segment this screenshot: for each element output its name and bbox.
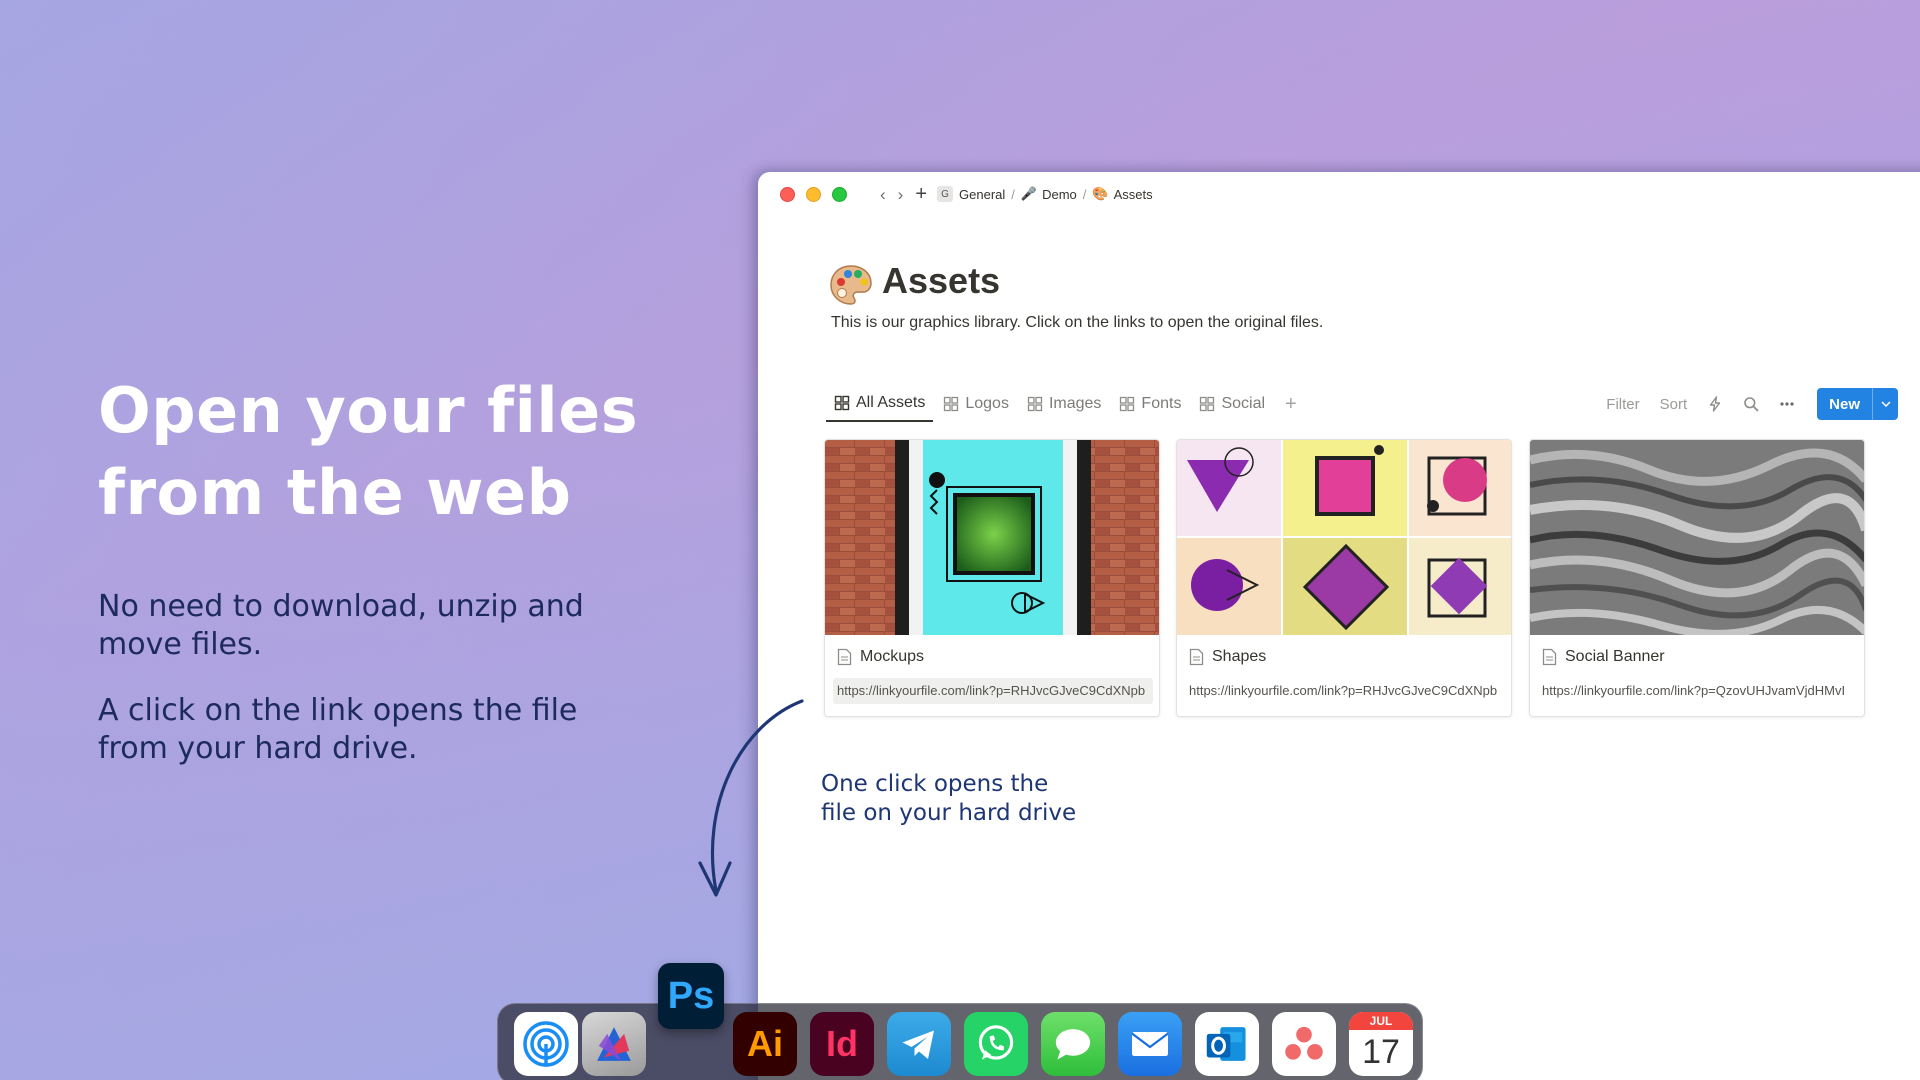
calendar-day: 17 (1362, 1033, 1400, 1071)
marketing-paragraph: A click on the link opens the file from … (98, 692, 658, 768)
tab-label: Images (1048, 395, 1102, 412)
affinity-icon[interactable] (582, 1012, 646, 1076)
filter-button[interactable]: Filter (1606, 396, 1639, 413)
marketing-paragraph: No need to download, unzip and move file… (98, 588, 658, 664)
gallery-card-social-banner[interactable]: Social Banner https://linkyourfile.com/l… (1529, 439, 1865, 717)
app-label: Ps (667, 974, 715, 1017)
card-cover-image (825, 440, 1159, 635)
sort-button[interactable]: Sort (1660, 396, 1688, 413)
card-file-link[interactable]: https://linkyourfile.com/link?p=RHJvcGJv… (1185, 678, 1505, 704)
gallery-card-shapes[interactable]: Shapes https://linkyourfile.com/link?p=R… (1176, 439, 1512, 717)
card-title-text: Mockups (860, 648, 925, 665)
microphone-icon: 🎤 (1020, 186, 1038, 201)
outlook-icon[interactable] (1195, 1012, 1259, 1076)
asana-icon[interactable] (1272, 1012, 1336, 1076)
headline-line: Open your files (98, 374, 639, 447)
tab-label: Social (1221, 395, 1266, 412)
whatsapp-icon[interactable] (964, 1012, 1028, 1076)
gallery-grid-icon (944, 396, 959, 412)
palette-icon[interactable] (828, 262, 874, 308)
app-label: Ai (747, 1023, 783, 1064)
callout-line: One click opens the (821, 771, 1049, 797)
tab-all-assets[interactable]: All Assets (826, 386, 934, 422)
callout-annotation: One click opens the file on your hard dr… (821, 770, 1151, 828)
gallery-grid-icon (1120, 396, 1135, 412)
gallery-grid-icon (1027, 396, 1043, 412)
card-file-link[interactable]: https://linkyourfile.com/link?p=QzovUHJv… (1538, 678, 1858, 704)
close-window-button[interactable] (780, 186, 795, 202)
document-icon (1189, 648, 1204, 666)
forward-arrow-icon[interactable]: › (898, 186, 904, 203)
callout-line: file on your hard drive (821, 800, 1077, 826)
paragraph-line: A click on the link opens the file (98, 693, 578, 728)
document-icon (837, 648, 852, 666)
tab-images[interactable]: Images (1019, 386, 1109, 422)
indesign-icon[interactable]: Id (810, 1012, 874, 1076)
tab-fonts[interactable]: Fonts (1111, 386, 1189, 422)
gallery-grid-icon (1200, 396, 1215, 412)
card-file-link[interactable]: https://linkyourfile.com/link?p=RHJvcGJv… (833, 678, 1153, 704)
breadcrumb-item-general[interactable]: General (959, 187, 1005, 202)
paragraph-line: No need to download, unzip and (98, 589, 584, 624)
card-cover-image (1177, 440, 1511, 635)
curved-arrow-icon (698, 699, 804, 897)
workspace-icon: G (937, 186, 954, 202)
dock: Ai Id JUL 17 (497, 1003, 1423, 1080)
document-icon (1542, 648, 1557, 666)
card-cover-image (1530, 440, 1864, 635)
card-title[interactable]: Mockups (837, 648, 924, 666)
app-window: ‹ › + G General / 🎤 Demo / 🎨 Assets Asse… (758, 172, 1920, 1080)
tab-logos[interactable]: Logos (935, 386, 1017, 422)
search-icon[interactable] (1743, 396, 1759, 412)
breadcrumb: G General / 🎤 Demo / 🎨 Assets (937, 186, 1153, 202)
telegram-icon[interactable] (887, 1012, 951, 1076)
back-arrow-icon[interactable]: ‹ (880, 186, 886, 203)
zoom-window-button[interactable] (832, 186, 847, 202)
gallery-grid-icon (834, 395, 850, 411)
minimize-window-button[interactable] (806, 186, 821, 202)
breadcrumb-item-demo[interactable]: Demo (1042, 187, 1077, 202)
new-button[interactable]: New (1817, 388, 1898, 420)
card-title-text: Shapes (1212, 648, 1267, 665)
tab-label: Fonts (1141, 395, 1182, 412)
card-title[interactable]: Social Banner (1542, 648, 1665, 666)
marketing-headline: Open your files from the web (98, 370, 658, 534)
photoshop-icon[interactable]: Ps (658, 963, 724, 1029)
breadcrumb-separator: / (1011, 186, 1015, 202)
chevron-down-icon[interactable] (1872, 388, 1898, 420)
new-page-plus-icon[interactable]: + (915, 184, 927, 204)
calendar-icon[interactable]: JUL 17 (1349, 1012, 1413, 1076)
mail-icon[interactable] (1118, 1012, 1182, 1076)
title-bar: ‹ › + G General / 🎤 Demo / 🎨 Assets (758, 172, 1920, 216)
paragraph-line: from your hard drive. (98, 731, 418, 766)
headline-line: from the web (98, 456, 572, 529)
database-views-toolbar: All Assets Logos Images Fonts Social + F… (826, 386, 1898, 422)
tab-social[interactable]: Social (1191, 386, 1273, 422)
lightning-bolt-icon[interactable] (1707, 396, 1723, 412)
calendar-month: JUL (1349, 1012, 1413, 1030)
illustrator-icon[interactable]: Ai (733, 1012, 797, 1076)
view-actions: Filter Sort New (1586, 388, 1898, 420)
tab-label: Logos (965, 395, 1009, 412)
airdrop-icon[interactable] (514, 1012, 578, 1076)
messages-icon[interactable] (1041, 1012, 1105, 1076)
paragraph-line: move files. (98, 627, 263, 662)
add-view-plus-icon[interactable]: + (1285, 393, 1297, 416)
page-title[interactable]: Assets (882, 260, 1000, 302)
card-title-text: Social Banner (1565, 648, 1665, 665)
gallery-card-mockups[interactable]: Mockups https://linkyourfile.com/link?p=… (824, 439, 1160, 717)
tab-label: All Assets (856, 394, 926, 411)
breadcrumb-separator: / (1082, 186, 1087, 202)
breadcrumb-item-assets[interactable]: Assets (1114, 187, 1153, 202)
card-title[interactable]: Shapes (1189, 648, 1266, 666)
page-description[interactable]: This is our graphics library. Click on t… (831, 314, 1323, 332)
app-label: Id (826, 1023, 858, 1064)
more-options-icon[interactable] (1779, 396, 1795, 412)
palette-icon: 🎨 (1092, 186, 1109, 201)
new-button-label: New (1829, 395, 1860, 413)
